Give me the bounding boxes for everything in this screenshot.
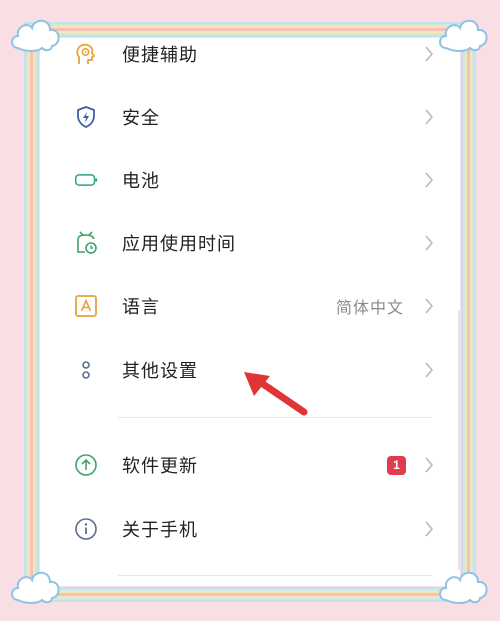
update-count-badge: 1 [387,455,406,475]
chevron-right-icon [425,235,434,251]
settings-item-label: 软件更新 [122,456,198,477]
app-usage-time-icon [74,231,98,255]
settings-item-security[interactable]: 安全 [40,85,460,149]
settings-item-label: 电池 [122,171,160,192]
settings-item-battery[interactable]: 电池 [40,148,460,212]
language-icon [74,294,98,318]
settings-item-accessibility[interactable]: 便捷辅助 [40,38,460,86]
battery-icon [74,168,98,192]
about-phone-icon [74,517,98,541]
software-update-icon [74,453,98,477]
cloud-decoration-icon [11,571,60,604]
red-pointer-arrow-icon [244,372,308,416]
settings-item-label: 安全 [122,108,160,129]
settings-item-label: 关于手机 [122,520,198,541]
settings-item-label: 其他设置 [122,361,198,382]
settings-item-label: 便捷辅助 [122,45,198,66]
chevron-right-icon [425,521,434,537]
chevron-right-icon [425,172,434,188]
settings-item-label: 应用使用时间 [122,234,236,255]
cloud-decoration-icon [439,19,488,52]
accessibility-icon [74,42,98,66]
chevron-right-icon [425,46,434,62]
chevron-right-icon [425,457,434,473]
settings-screen: 便捷辅助 安全 电池 应用使用时间 语言 简体中文 其他设置 软件更新 1 关于… [40,38,460,586]
chevron-right-icon [425,362,434,378]
settings-item-language[interactable]: 语言 简体中文 [40,274,460,338]
settings-item-label: 语言 [122,297,160,318]
chevron-right-icon [425,298,434,314]
cloud-decoration-icon [11,19,60,52]
screenshot-frame: 便捷辅助 安全 电池 应用使用时间 语言 简体中文 其他设置 软件更新 1 关于… [0,0,500,621]
section-divider [118,575,432,576]
more-settings-icon [74,358,98,382]
settings-item-software-update[interactable]: 软件更新 1 [40,433,460,497]
scrollbar[interactable] [458,310,460,570]
cloud-decoration-icon [439,571,488,604]
chevron-right-icon [425,109,434,125]
language-value: 简体中文 [335,298,404,317]
security-shield-icon [74,105,98,129]
settings-item-about-phone[interactable]: 关于手机 [40,497,460,561]
settings-item-app-usage-time[interactable]: 应用使用时间 [40,211,460,275]
